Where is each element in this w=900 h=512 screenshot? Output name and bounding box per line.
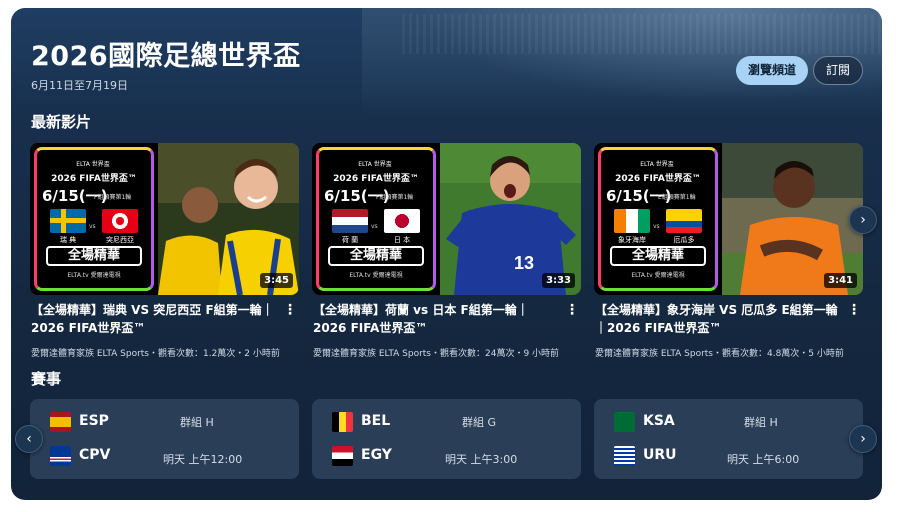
elta-logo: ELTA 世界盃 [640,161,674,168]
match-card[interactable]: ESP 群組 H CPV 明天 上午12:00 [30,399,299,479]
match-time: 明天 上午6:00 [727,453,800,466]
highlight-badge: 全場精華 [328,246,424,266]
match-group: 群組 H [180,416,214,429]
videos-next-arrow-icon[interactable]: › [849,206,877,234]
match-group: 群組 H [744,416,778,429]
channel-card: 2026國際足總世界盃 6月11日至7月19日 瀏覽頻道 訂閱 最新影片 ELT… [11,8,882,500]
team-code: KSA [643,413,675,429]
video-title[interactable]: 【全場精華】瑞典 VS 突尼西亞 F組第一輪｜2026 FIFA世界盃™ [31,301,277,337]
match-card[interactable]: BEL 群組 G EGY 明天 上午3:00 [312,399,581,479]
egypt-flag-icon [332,446,353,466]
video-title[interactable]: 【全場精華】象牙海岸 VS 厄瓜多 E組第一輪｜2026 FIFA世界盃™ [595,301,841,337]
highlight-badge: 全場精華 [46,246,142,266]
promo-panel: ELTA 世界盃 2026 FIFA世界盃™ 6/15(一) E組預賽第1輪 v… [594,143,722,295]
video-thumbnail[interactable]: ELTA 世界盃 2026 FIFA世界盃™ 6/15(一) E組預賽第1輪 v… [594,143,863,295]
promo-panel: ELTA 世界盃 2026 FIFA世界盃™ 6/15(一) F組預賽第1輪 v… [312,143,440,295]
team-code: EGY [361,447,392,463]
video-card[interactable]: ELTA 世界盃 2026 FIFA世界盃™ 6/15(一) E組預賽第1輪 v… [594,143,863,359]
video-meta: 愛爾達體育家族 ELTA Sports・觀看次數：4.8萬次・5 小時前 [595,349,844,359]
video-meta: 愛爾達體育家族 ELTA Sports・觀看次數：24萬次・9 小時前 [313,349,560,359]
duration-badge: 3:41 [824,273,857,288]
video-title[interactable]: 【全場精華】荷蘭 vs 日本 F組第一輪｜2026 FIFA世界盃™ [313,301,559,337]
browse-channel-button[interactable]: 瀏覽頻道 [736,56,808,85]
saudi-arabia-flag-icon [614,412,635,432]
belgium-flag-icon [332,412,353,432]
more-options-icon[interactable]: ⋮ [847,301,861,319]
page-title: 2026國際足總世界盃 [31,41,301,72]
team-code: BEL [361,413,391,429]
more-options-icon[interactable]: ⋮ [565,301,579,319]
matches-prev-arrow-icon[interactable]: ‹ [15,425,43,453]
date-range: 6月11日至7月19日 [31,79,128,92]
sweden-flag-icon [50,209,86,233]
matches-next-arrow-icon[interactable]: › [849,425,877,453]
uruguay-flag-icon [614,446,635,466]
team-code: ESP [79,413,109,429]
team-code: CPV [79,447,111,463]
video-thumbnail[interactable]: ELTA 世界盃 2026 FIFA世界盃™ 6/15(一) F組預賽第1輪 v… [312,143,581,295]
matches-carousel: ESP 群組 H CPV 明天 上午12:00 BEL 群組 G EGY 明天 … [30,399,864,479]
spain-flag-icon [50,412,71,432]
latest-videos-heading: 最新影片 [31,113,92,131]
subscribe-button[interactable]: 訂閱 [813,56,863,85]
tunisia-flag-icon [102,209,138,233]
duration-badge: 3:33 [542,273,575,288]
video-carousel: ELTA 世界盃 2026 FIFA世界盃™ 6/15(一) F組預賽第1輪 v… [30,143,864,363]
japan-flag-icon [384,209,420,233]
video-thumbnail[interactable]: ELTA 世界盃 2026 FIFA世界盃™ 6/15(一) F組預賽第1輪 v… [30,143,299,295]
matches-heading: 賽事 [31,370,62,388]
elta-logo: ELTA 世界盃 [76,161,110,168]
promo-panel: ELTA 世界盃 2026 FIFA世界盃™ 6/15(一) F組預賽第1輪 v… [30,143,158,295]
team-code: URU [643,447,677,463]
match-time: 明天 上午12:00 [163,453,243,466]
video-card[interactable]: ELTA 世界盃 2026 FIFA世界盃™ 6/15(一) F組預賽第1輪 v… [312,143,581,359]
video-meta: 愛爾達體育家族 ELTA Sports・觀看次數：1.2萬次・2 小時前 [31,349,280,359]
cape-verde-flag-icon [50,446,71,466]
more-options-icon[interactable]: ⋮ [283,301,297,319]
match-group: 群組 G [462,416,497,429]
match-time: 明天 上午3:00 [445,453,518,466]
ecuador-flag-icon [666,209,702,233]
duration-badge: 3:45 [260,273,293,288]
match-card[interactable]: KSA 群組 H URU 明天 上午6:00 [594,399,863,479]
video-card[interactable]: ELTA 世界盃 2026 FIFA世界盃™ 6/15(一) F組預賽第1輪 v… [30,143,299,359]
ivory-coast-flag-icon [614,209,650,233]
netherlands-flag-icon [332,209,368,233]
highlight-badge: 全場精華 [610,246,706,266]
svg-text:13: 13 [514,253,534,273]
elta-logo: ELTA 世界盃 [358,161,392,168]
